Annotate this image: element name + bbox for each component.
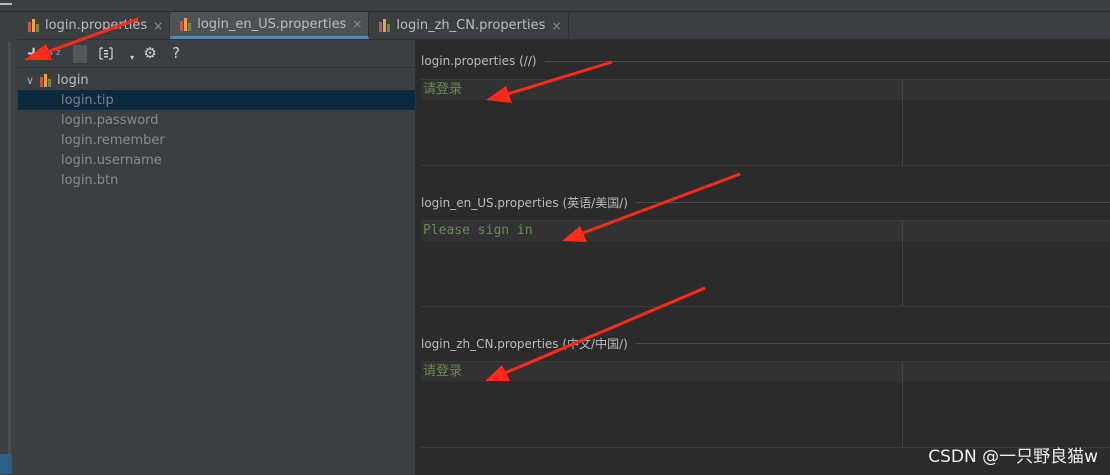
properties-file-icon xyxy=(28,19,40,32)
value-editor-default[interactable]: 请登录 xyxy=(421,79,1110,166)
minimize-icon[interactable] xyxy=(0,3,12,5)
toolbar-divider xyxy=(73,44,88,63)
header-divider xyxy=(635,342,1110,344)
tree-root-login[interactable]: ∨ login xyxy=(18,70,415,90)
header-divider xyxy=(544,60,1110,62)
tab-login-properties[interactable]: login.properties × xyxy=(18,12,171,39)
locale-header-zh-cn: login_zh_CN.properties (中文/中国/) xyxy=(421,333,1110,353)
top-strip xyxy=(0,0,1110,12)
value-text: 请登录 xyxy=(423,364,463,379)
header-divider xyxy=(635,201,1110,203)
tab-login-en-us-properties[interactable]: login_en_US.properties × xyxy=(170,12,370,39)
tool-strip-selected[interactable] xyxy=(0,454,12,474)
chevron-down-icon[interactable]: ∨ xyxy=(26,74,40,87)
right-margin-line xyxy=(902,80,903,165)
right-margin-line xyxy=(902,221,903,306)
tab-login-zh-cn-properties[interactable]: login_zh_CN.properties × xyxy=(369,12,569,39)
resource-bundle-icon xyxy=(40,73,52,87)
tree-item-label: login.tip xyxy=(61,92,114,108)
tree-item-label: login.btn xyxy=(61,172,119,188)
close-icon[interactable]: × xyxy=(551,19,561,33)
tree-item-label: login.password xyxy=(61,112,159,128)
gear-icon[interactable]: ⚙ xyxy=(143,46,157,61)
plus-icon[interactable]: + xyxy=(26,44,41,63)
locale-editors-area: login.properties (//) 请登录 login_en_US.pr… xyxy=(416,40,1110,475)
left-tool-strip xyxy=(0,12,19,475)
tree-item-login-password[interactable]: login.password xyxy=(18,110,415,130)
value-editor-en-us[interactable]: Please sign in xyxy=(421,220,1110,307)
bundle-tree: ∨ login login.tip login.password login.r… xyxy=(18,68,415,190)
locale-header-label: login.properties (//) xyxy=(421,54,537,68)
current-line-highlight xyxy=(421,362,1110,382)
properties-file-icon xyxy=(379,19,391,32)
bundle-toolbar: + a z ▾ ⚙ ? xyxy=(18,40,415,68)
help-icon[interactable]: ? xyxy=(169,46,183,61)
value-text: Please sign in xyxy=(423,223,533,238)
value-text: 请登录 xyxy=(423,82,463,97)
tab-label: login.properties xyxy=(45,18,148,33)
right-margin-line xyxy=(902,362,903,447)
tab-label: login_en_US.properties xyxy=(197,16,347,32)
tree-item-login-btn[interactable]: login.btn xyxy=(18,170,415,190)
watermark: CSDN @一只野良猫w xyxy=(928,447,1098,467)
tree-item-label: login.remember xyxy=(61,132,165,148)
tool-strip-bar xyxy=(8,42,11,462)
tree-item-login-tip[interactable]: login.tip xyxy=(18,90,415,110)
close-icon[interactable]: × xyxy=(153,19,163,33)
locale-header-en-us: login_en_US.properties (英语/美国/) xyxy=(421,192,1110,212)
structure-icon[interactable] xyxy=(99,47,113,60)
tree-item-login-username[interactable]: login.username xyxy=(18,150,415,170)
close-icon[interactable]: × xyxy=(352,17,362,31)
locale-header-label: login_zh_CN.properties (中文/中国/) xyxy=(421,336,628,351)
tree-item-login-remember[interactable]: login.remember xyxy=(18,130,415,150)
locale-header-default: login.properties (//) xyxy=(421,51,1110,71)
value-editor-zh-cn[interactable]: 请登录 xyxy=(421,361,1110,448)
editor-tabs: login.properties × login_en_US.propertie… xyxy=(18,12,1110,40)
sort-alpha-icon[interactable]: a z xyxy=(47,49,61,58)
resource-bundle-panel: + a z ▾ ⚙ ? ∨ login login.tip login.pass… xyxy=(18,40,416,475)
properties-file-icon xyxy=(180,17,192,31)
tree-item-label: login.username xyxy=(61,152,162,168)
dropdown-arrow-icon[interactable]: ▾ xyxy=(125,53,139,62)
current-line-highlight xyxy=(421,80,1110,100)
locale-header-label: login_en_US.properties (英语/美国/) xyxy=(421,195,628,210)
tree-root-label: login xyxy=(57,72,89,88)
tab-label: login_zh_CN.properties xyxy=(396,18,546,33)
